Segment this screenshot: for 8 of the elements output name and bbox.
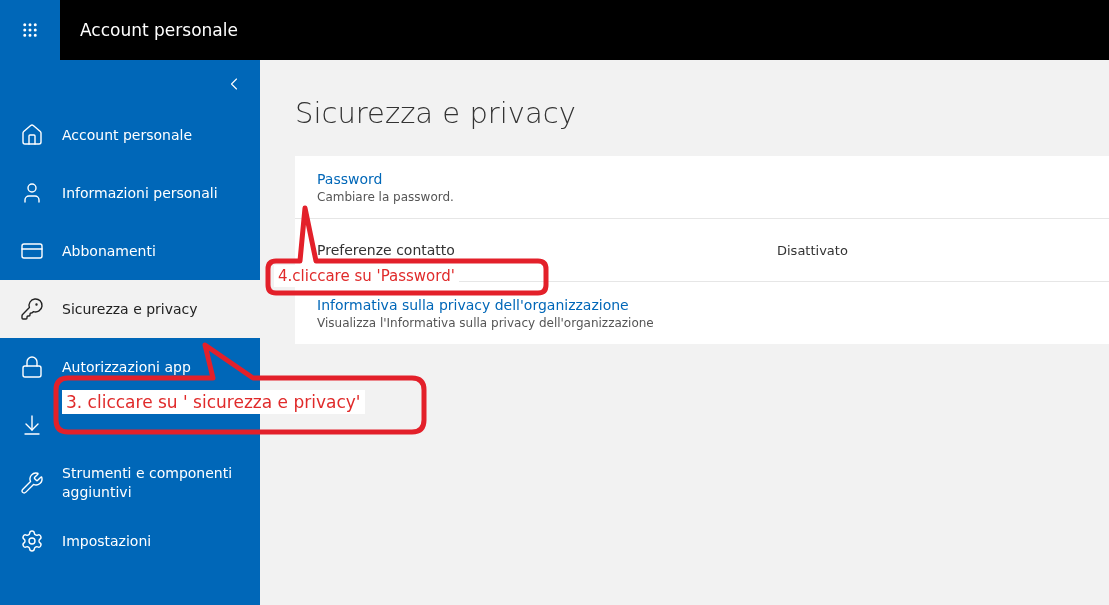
row-value: Disattivato xyxy=(777,242,848,258)
row-title: Preferenze contatto xyxy=(317,242,456,258)
page-title: Sicurezza e privacy xyxy=(295,96,577,130)
annotation-text: 3. cliccare su ' sicurezza e privacy' xyxy=(62,390,365,414)
row-description: Cambiare la password. xyxy=(317,189,455,204)
header-title: Account personale xyxy=(80,20,238,40)
annotation-text: 4.cliccare su 'Password' xyxy=(274,265,459,287)
row-description: Visualizza l'Informativa sulla privacy dell'organizzazione xyxy=(317,315,655,330)
